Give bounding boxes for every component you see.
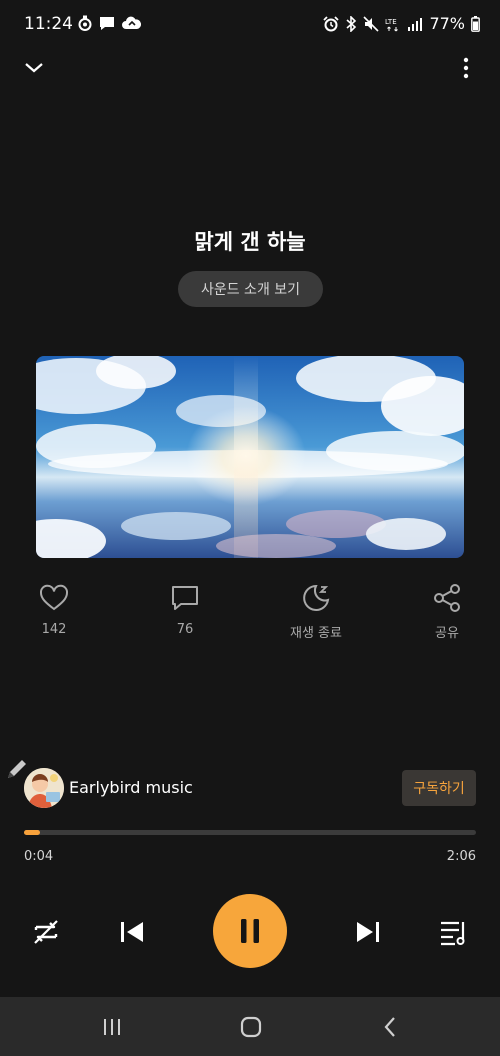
channel-name[interactable]: Earlybird music (69, 778, 193, 797)
progress-bar[interactable] (24, 830, 476, 835)
playback-controls (0, 894, 500, 970)
bluetooth-icon (346, 15, 357, 32)
pause-icon (241, 919, 259, 943)
more-options-icon[interactable] (454, 56, 478, 80)
chat-bubble-icon (100, 16, 114, 30)
svg-text:LTE: LTE (385, 18, 397, 26)
channel-row: Earlybird music 구독하기 (24, 768, 476, 808)
channel-avatar[interactable] (24, 768, 64, 808)
back-icon[interactable] (378, 1014, 404, 1040)
pause-button[interactable] (213, 894, 287, 968)
chevron-down-icon[interactable] (22, 56, 46, 80)
album-artwork (36, 356, 464, 558)
comment-icon (172, 586, 198, 610)
player-top-bar (0, 52, 500, 86)
comment-action[interactable]: 76 (165, 582, 205, 637)
record-icon (78, 15, 92, 31)
status-bar: 11:24 LTE 77% (0, 0, 500, 48)
share-action[interactable]: 공유 (427, 582, 467, 641)
system-nav-bar (0, 997, 500, 1056)
avatar-illustration-icon (24, 768, 64, 808)
like-count: 142 (41, 622, 67, 637)
home-icon[interactable] (238, 1014, 264, 1040)
status-time: 11:24 (24, 14, 73, 34)
total-time: 2:06 (446, 849, 476, 864)
sky-clouds-artwork (36, 356, 464, 558)
progress-fill (24, 830, 40, 835)
heart-icon (39, 584, 69, 611)
mute-icon (363, 15, 380, 32)
sound-intro-button[interactable]: 사운드 소개 보기 (178, 271, 323, 307)
subscribe-button[interactable]: 구독하기 (402, 770, 476, 806)
battery-icon (471, 15, 480, 32)
lte-icon: LTE (385, 18, 399, 31)
playlist-icon[interactable] (436, 914, 472, 950)
next-icon[interactable] (350, 914, 386, 950)
signal-icon (408, 17, 423, 31)
battery-percentage: 77% (429, 14, 465, 33)
action-row: 142 76 재생 종료 공유 (0, 582, 500, 642)
sleep-timer-icon (303, 584, 330, 611)
cloud-sync-icon (122, 16, 141, 29)
repeat-icon[interactable] (28, 914, 64, 950)
recent-apps-icon[interactable] (99, 1014, 125, 1040)
comment-count: 76 (176, 622, 194, 637)
sleep-timer-label: 재생 종료 (290, 626, 342, 641)
music-player-screen: 11:24 LTE 77% 맑게 갠 하늘 사운드 소개 보기 142 76 재… (0, 0, 500, 1056)
share-icon (434, 584, 460, 612)
previous-icon[interactable] (114, 914, 150, 950)
share-label: 공유 (435, 626, 459, 641)
current-time: 0:04 (24, 849, 54, 864)
alarm-icon (323, 15, 340, 31)
status-system-icons: LTE 77% (323, 14, 480, 33)
like-action[interactable]: 142 (34, 582, 74, 637)
sleep-timer-action[interactable]: 재생 종료 (286, 582, 346, 641)
status-notification-icons (78, 15, 141, 31)
track-title: 맑게 갠 하늘 (194, 230, 306, 254)
